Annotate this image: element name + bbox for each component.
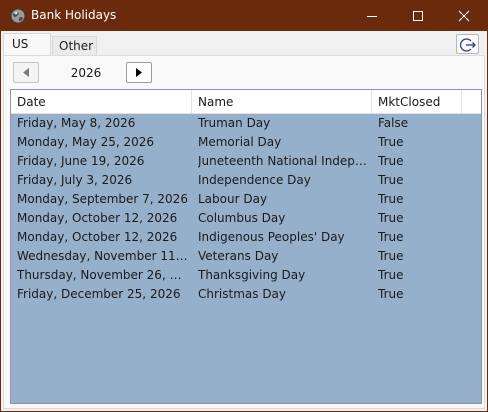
row-mktclosed-cell: True [378, 135, 404, 149]
column-header-filler [462, 90, 481, 113]
row-mktclosed-cell: True [378, 268, 404, 282]
triangle-right-icon [136, 68, 142, 77]
list-header: Date Name MktClosed [11, 90, 481, 114]
table-row[interactable]: Friday, June 19, 2026 Juneteenth National… [11, 151, 481, 170]
row-name-cell: Indigenous Peoples' Day [198, 230, 345, 244]
table-row[interactable]: Friday, May 8, 2026 Truman Day False [11, 113, 481, 132]
row-mktclosed-cell: False [378, 116, 409, 130]
title-bar[interactable]: Bank Holidays [1, 1, 487, 31]
column-header-mktclosed[interactable]: MktClosed [372, 90, 462, 113]
close-button[interactable] [441, 1, 487, 31]
row-name-cell: Veterans Day [198, 249, 279, 263]
table-row[interactable]: Friday, July 3, 2026 Independence Day True [11, 170, 481, 189]
table-row[interactable]: Wednesday, November 11, 2026 Veterans Day… [11, 246, 481, 265]
table-row[interactable]: Thursday, November 26, 2026 Thanksgiving … [11, 265, 481, 284]
tab-us-label: US [12, 37, 29, 51]
row-mktclosed-cell: True [378, 154, 404, 168]
row-date-cell: Monday, October 12, 2026 [17, 211, 178, 225]
row-date-cell: Monday, September 7, 2026 [17, 192, 188, 206]
previous-year-button[interactable] [13, 62, 39, 83]
tab-strip: US Other [1, 31, 487, 55]
maximize-button[interactable] [395, 1, 441, 31]
table-row[interactable]: Monday, October 12, 2026 Indigenous Peopl… [11, 227, 481, 246]
row-date-cell: Wednesday, November 11, 2026 [17, 249, 189, 263]
row-name-cell: Columbus Day [198, 211, 286, 225]
row-date-cell: Monday, October 12, 2026 [17, 230, 178, 244]
holidays-list[interactable]: Date Name MktClosed Friday, May 8, 2026 T… [10, 89, 482, 404]
exit-button[interactable] [456, 34, 479, 54]
row-name-cell: Memorial Day [198, 135, 282, 149]
row-mktclosed-cell: True [378, 249, 404, 263]
app-window: Bank Holidays US Other 2026 Date Name Mk… [0, 0, 488, 412]
triangle-left-icon [23, 68, 29, 77]
close-icon [458, 10, 470, 22]
row-mktclosed-cell: True [378, 230, 404, 244]
row-name-cell: Truman Day [198, 116, 271, 130]
column-header-name[interactable]: Name [192, 90, 372, 113]
window-title: Bank Holidays [31, 8, 117, 22]
table-row[interactable]: Friday, December 25, 2026 Christmas Day Tr… [11, 284, 481, 303]
exit-icon [460, 38, 476, 52]
row-date-cell: Monday, May 25, 2026 [17, 135, 155, 149]
minimize-icon [367, 16, 377, 17]
row-date-cell: Friday, June 19, 2026 [17, 154, 145, 168]
row-date-cell: Friday, May 8, 2026 [17, 116, 136, 130]
year-label: 2026 [70, 66, 102, 80]
row-name-cell: Labour Day [198, 192, 268, 206]
row-name-cell: Christmas Day [198, 287, 287, 301]
next-year-button[interactable] [126, 62, 152, 83]
row-mktclosed-cell: True [378, 173, 404, 187]
minimize-button[interactable] [349, 1, 395, 31]
table-row[interactable]: Monday, October 12, 2026 Columbus Day True [11, 208, 481, 227]
row-mktclosed-cell: True [378, 211, 404, 225]
table-row[interactable]: Monday, May 25, 2026 Memorial Day True [11, 132, 481, 151]
globe-icon [10, 8, 26, 24]
tab-other[interactable]: Other [52, 36, 97, 55]
row-name-cell: Independence Day [198, 173, 311, 187]
tab-other-label: Other [59, 39, 94, 53]
list-rows: Friday, May 8, 2026 Truman Day False Monday… [11, 113, 481, 303]
row-date-cell: Friday, July 3, 2026 [17, 173, 133, 187]
row-date-cell: Friday, December 25, 2026 [17, 287, 181, 301]
us-tab-panel: 2026 Date Name MktClosed Friday, May 8, … [3, 55, 485, 409]
row-name-cell: Thanksgiving Day [198, 268, 306, 282]
column-header-date[interactable]: Date [11, 90, 192, 113]
row-mktclosed-cell: True [378, 287, 404, 301]
row-mktclosed-cell: True [378, 192, 404, 206]
tab-us[interactable]: US [3, 33, 51, 55]
table-row[interactable]: Monday, September 7, 2026 Labour Day True [11, 189, 481, 208]
row-name-cell: Juneteenth National Independ... [198, 154, 370, 168]
row-date-cell: Thursday, November 26, 2026 [17, 268, 189, 282]
maximize-icon [413, 11, 423, 21]
